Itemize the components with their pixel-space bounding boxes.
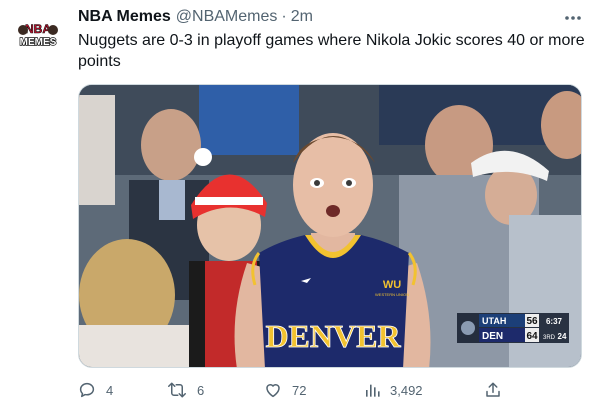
share-button[interactable]	[484, 380, 502, 400]
share-icon	[486, 382, 500, 397]
avatar-text-top: NBA	[25, 22, 51, 36]
scoreboard: UTAH 56 DEN 64 6:37 3RD 24	[457, 313, 569, 343]
shot-clock: 24	[558, 332, 567, 341]
jokic-meme-photo: DENVER WU WESTERN UNION UTAH 56 DEN 64 6…	[79, 85, 581, 367]
author-name[interactable]: NBA Memes	[78, 8, 171, 26]
tweet-text: Nuggets are 0-3 in playoff games where N…	[78, 32, 585, 70]
like-icon	[266, 384, 280, 398]
jersey-text: DENVER	[265, 318, 401, 354]
avatar[interactable]: NBA MEMES	[14, 10, 62, 58]
more-icon	[565, 16, 581, 20]
like-count: 72	[292, 382, 307, 398]
like-button[interactable]: 72	[264, 380, 306, 400]
jersey-sponsor-top: WU	[383, 279, 401, 291]
reply-button[interactable]: 4	[78, 380, 113, 400]
views-count: 3,492	[390, 382, 423, 398]
reply-icon	[79, 382, 95, 398]
jersey-sponsor-bottom: WESTERN UNION	[375, 292, 409, 297]
tweet-actions: 4 6 72 3,492	[78, 380, 508, 400]
views-button[interactable]: 3,492	[364, 380, 423, 400]
reply-count: 4	[106, 382, 114, 398]
tweet-media-image[interactable]: DENVER WU WESTERN UNION UTAH 56 DEN 64 6…	[78, 84, 582, 368]
timestamp[interactable]: 2m	[291, 8, 313, 26]
team1-score: 56	[526, 316, 538, 327]
retweet-button[interactable]: 6	[167, 380, 204, 400]
nba-memes-logo: NBA MEMES	[14, 10, 62, 58]
game-clock: 6:37	[546, 317, 563, 326]
views-icon	[366, 384, 380, 397]
more-button[interactable]	[560, 8, 586, 28]
tweet[interactable]: NBA MEMES NBA Memes @NBAMemes · 2m Nugge…	[0, 0, 612, 404]
team2-name: DEN	[482, 331, 503, 342]
retweet-count: 6	[197, 382, 205, 398]
team1-name: UTAH	[482, 316, 506, 326]
separator-dot: ·	[281, 8, 287, 25]
team2-score: 64	[526, 331, 538, 342]
author-handle[interactable]: @NBAMemes	[176, 8, 278, 26]
avatar-text-bottom: MEMES	[20, 37, 57, 48]
tweet-header: NBA Memes @NBAMemes · 2m	[78, 8, 578, 30]
game-period: 3RD	[543, 335, 556, 341]
retweet-icon	[168, 382, 186, 398]
